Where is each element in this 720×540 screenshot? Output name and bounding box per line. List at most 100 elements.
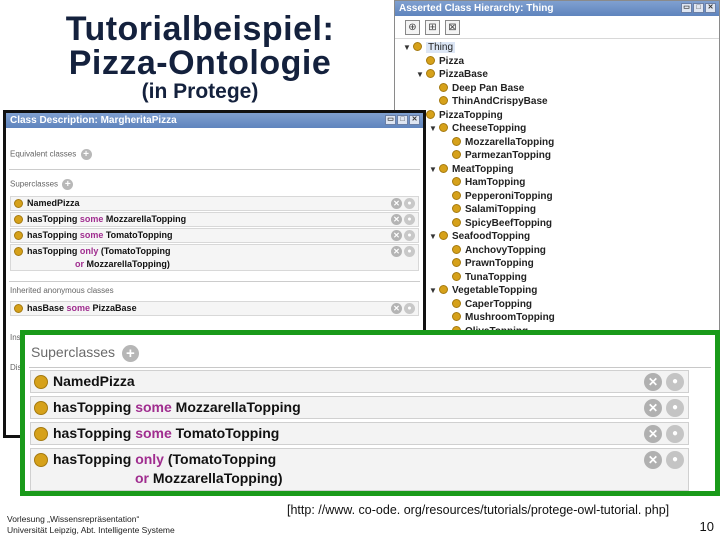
divider — [9, 169, 420, 170]
zoom-superclass-row: hasTopping only (TomatoTopping or Mozzare… — [30, 448, 689, 491]
tree-item[interactable]: MushroomTopping — [442, 311, 555, 324]
tree-item[interactable]: CaperTopping — [442, 298, 532, 311]
edit-icon[interactable]: ● — [404, 198, 415, 209]
panel-minimize-icon[interactable]: ▭ — [681, 3, 692, 13]
expression-text: hasBase — [27, 303, 67, 313]
add-subclass-icon[interactable]: ⊕ — [405, 20, 420, 35]
panel-maximize-icon[interactable]: □ — [397, 115, 408, 125]
delete-icon[interactable]: ✕ — [644, 451, 662, 469]
panel-maximize-icon[interactable]: □ — [693, 3, 704, 13]
footer-course-line: Vorlesung „Wissensrepräsentation“ — [7, 514, 140, 524]
class-circle-icon — [426, 69, 435, 78]
tree-item-label: PrawnTopping — [465, 258, 534, 269]
tree-item[interactable]: ▼ MeatTopping — [429, 163, 513, 176]
panel-close-icon[interactable]: ✕ — [705, 3, 716, 13]
delete-class-icon[interactable]: ⊠ — [445, 20, 460, 35]
edit-icon[interactable]: ● — [404, 230, 415, 241]
edit-icon[interactable]: ● — [666, 373, 684, 391]
class-circle-icon — [14, 199, 23, 208]
tree-item[interactable]: AnchovyTopping — [442, 244, 546, 257]
class-circle-icon — [413, 42, 422, 51]
class-circle-icon — [452, 244, 461, 254]
tree-item[interactable]: ▼ VegetableTopping — [429, 284, 537, 297]
superclass-row: NamedPizza ✕ ● — [10, 196, 419, 211]
tree-item-label: PizzaTopping — [439, 109, 503, 121]
row-actions: ✕ ● — [644, 451, 684, 469]
class-circle-icon — [452, 271, 461, 281]
edit-icon[interactable]: ● — [666, 399, 684, 417]
delete-icon[interactable]: ✕ — [391, 198, 402, 209]
tree-item-label: PepperoniTopping — [465, 190, 553, 202]
delete-icon[interactable]: ✕ — [391, 230, 402, 241]
edit-icon[interactable]: ● — [404, 214, 415, 225]
tree-item[interactable]: SalamiTopping — [442, 203, 536, 216]
description-panel-header: Class Description: MargheritaPizza ▭ □ ✕ — [6, 113, 423, 128]
tree-item[interactable]: PrawnTopping — [442, 257, 534, 270]
add-icon[interactable]: + — [62, 179, 74, 190]
tree-item[interactable]: TunaTopping — [442, 271, 527, 284]
expand-triangle-icon[interactable]: ▼ — [403, 41, 413, 54]
delete-icon[interactable]: ✕ — [644, 425, 662, 443]
keyword-text: some — [79, 230, 104, 240]
delete-icon[interactable]: ✕ — [644, 399, 662, 417]
tree-item-label: Deep Pan Base — [452, 82, 525, 94]
edit-icon[interactable]: ● — [404, 246, 415, 257]
tree-item[interactable]: Deep Pan Base — [429, 82, 524, 95]
expand-triangle-icon[interactable]: ▼ — [429, 122, 439, 135]
add-sibling-icon[interactable]: ⊞ — [425, 20, 440, 35]
tree-item[interactable]: ▼ SeafoodTopping — [429, 230, 530, 243]
delete-icon[interactable]: ✕ — [391, 303, 402, 314]
expand-triangle-icon[interactable]: ▼ — [429, 230, 439, 243]
inherited-classes-header: Inherited anonymous classes — [10, 286, 114, 295]
expression-text: PizzaBase — [90, 303, 137, 313]
zoom-superclass-expression: hasTopping some MozzarellaTopping — [53, 398, 688, 417]
tree-item-label: SalamiTopping — [465, 204, 536, 215]
tree-item[interactable]: Pizza — [416, 55, 464, 68]
tree-item[interactable]: ThinAndCrispyBase — [429, 95, 548, 108]
tree-item[interactable]: ▼ CheeseTopping — [429, 122, 526, 135]
class-circle-icon — [14, 215, 23, 224]
expand-triangle-icon[interactable]: ▼ — [429, 163, 439, 176]
tree-item[interactable]: PepperoniTopping — [442, 190, 553, 203]
edit-icon[interactable]: ● — [404, 303, 415, 314]
expand-triangle-icon[interactable]: ▼ — [429, 284, 439, 297]
class-circle-icon — [452, 258, 461, 267]
keyword-text: some — [135, 399, 172, 415]
delete-icon[interactable]: ✕ — [391, 246, 402, 257]
add-icon[interactable]: + — [121, 344, 139, 362]
tree-item[interactable]: ▼ Thing — [403, 41, 456, 54]
zoom-superclass-row: NamedPizza ✕ ● — [30, 370, 689, 393]
source-url: [http: //www. co-ode. org/resources/tuto… — [287, 503, 670, 517]
zoom-superclass-expression: NamedPizza — [53, 372, 688, 391]
equivalent-classes-header: Equivalent classes + — [10, 149, 92, 160]
expression-text: hasTopping — [53, 425, 136, 441]
superclasses-zoom-panel: Superclasses + NamedPizza ✕ ● hasTopping so… — [20, 330, 720, 496]
delete-icon[interactable]: ✕ — [644, 373, 662, 391]
row-actions: ✕ ● — [391, 198, 415, 209]
tree-item[interactable]: SpicyBeefTopping — [442, 217, 552, 230]
delete-icon[interactable]: ✕ — [391, 214, 402, 225]
expression-text: NamedPizza — [53, 373, 135, 389]
panel-minimize-icon[interactable]: ▭ — [385, 115, 396, 125]
row-actions: ✕ ● — [644, 425, 684, 443]
expression-text: MozzarellaTopping — [103, 214, 187, 224]
zoom-superclasses-label: Superclasses — [31, 344, 116, 360]
row-actions: ✕ ● — [391, 230, 415, 241]
tree-item-label: TunaTopping — [465, 271, 527, 283]
tree-item[interactable]: HamTopping — [442, 176, 525, 189]
add-icon[interactable]: + — [80, 149, 92, 160]
tree-item[interactable]: MozzarellaTopping — [442, 136, 554, 149]
row-actions: ✕ ● — [391, 214, 415, 225]
edit-icon[interactable]: ● — [666, 451, 684, 469]
expand-triangle-icon[interactable]: ▼ — [416, 68, 426, 81]
tree-item[interactable]: ▼PizzaTopping — [416, 109, 503, 122]
tree-item-label: ParmezanTopping — [465, 150, 551, 161]
superclass-expression: hasTopping only (TomatoTopping — [27, 245, 418, 258]
class-circle-icon — [452, 190, 461, 200]
panel-close-icon[interactable]: ✕ — [409, 115, 420, 125]
expression-text: hasTopping — [53, 399, 136, 415]
edit-icon[interactable]: ● — [666, 425, 684, 443]
tree-item[interactable]: ▼ PizzaBase — [416, 68, 488, 81]
tree-item[interactable]: ParmezanTopping — [442, 149, 551, 162]
tree-item-label: PizzaBase — [439, 69, 488, 80]
